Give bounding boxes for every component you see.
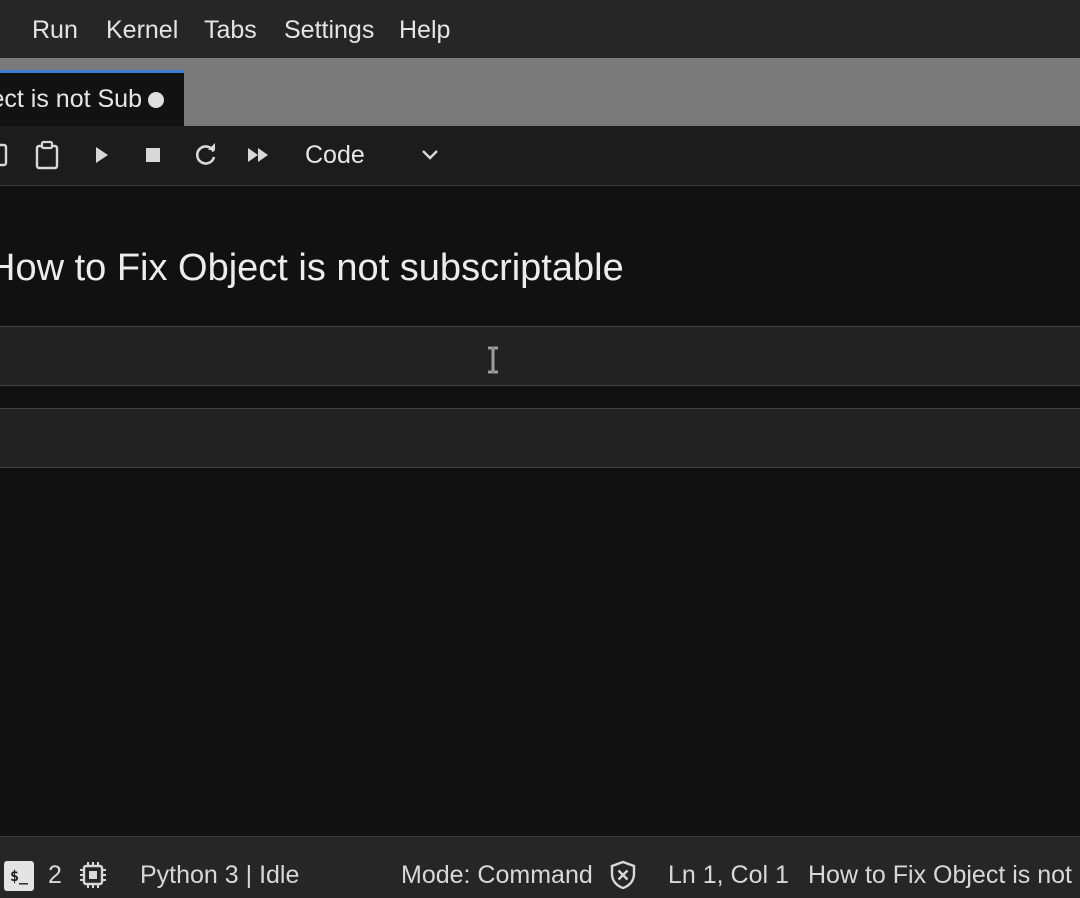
unsaved-dot-icon[interactable] (148, 92, 164, 108)
mode-indicator: Mode: Command (401, 861, 593, 889)
paste-icon[interactable] (31, 139, 63, 171)
menu-item-tabs[interactable]: Tabs (204, 14, 257, 46)
jupyterlab-window: ‹ Run Kernel Tabs Settings Help Object i… (0, 0, 1080, 898)
shield-x-icon[interactable] (607, 859, 639, 891)
restart-icon[interactable] (190, 139, 222, 171)
menu-item-kernel[interactable]: Kernel (106, 14, 178, 46)
cell-type-dropdown[interactable]: Code (298, 136, 450, 174)
notebook-toolbar: Code (0, 126, 1080, 186)
cpu-chip-icon[interactable] (78, 859, 108, 891)
run-icon[interactable] (85, 139, 117, 171)
cursor-position[interactable]: Ln 1, Col 1 (668, 859, 789, 891)
menu-item-help[interactable]: Help (399, 14, 450, 46)
tab-bar: Object is not Sub (0, 58, 1080, 126)
chevron-down-icon (416, 141, 444, 169)
fast-forward-icon[interactable] (243, 139, 275, 171)
menu-bar: ‹ Run Kernel Tabs Settings Help (0, 0, 1080, 59)
status-bar: $_ 2 Python 3 | Idle Mode: Command Ln 1,… (0, 836, 1080, 898)
copy-icon[interactable] (0, 139, 12, 171)
tab-notebook-active[interactable]: Object is not Sub (0, 70, 184, 126)
notebook-panel: How to Fix Object is not subscriptable (0, 186, 1080, 836)
code-cell-2[interactable] (0, 408, 1080, 468)
kernel-status[interactable]: Python 3 | Idle (140, 859, 299, 891)
menu-item-run[interactable]: Run (32, 14, 78, 46)
cell-type-value: Code (305, 141, 365, 169)
stop-icon[interactable] (137, 139, 169, 171)
markdown-heading[interactable]: How to Fix Object is not subscriptable (0, 246, 624, 290)
terminal-count[interactable]: 2 (48, 859, 62, 891)
menu-item-settings[interactable]: Settings (284, 14, 374, 46)
terminal-icon[interactable]: $_ (4, 861, 34, 891)
tab-label: Object is not Sub (0, 85, 142, 113)
code-cell-1[interactable] (0, 326, 1080, 386)
text-cursor-icon (485, 346, 501, 374)
notebook-name: How to Fix Object is not Subscriptable.i… (808, 861, 1080, 889)
